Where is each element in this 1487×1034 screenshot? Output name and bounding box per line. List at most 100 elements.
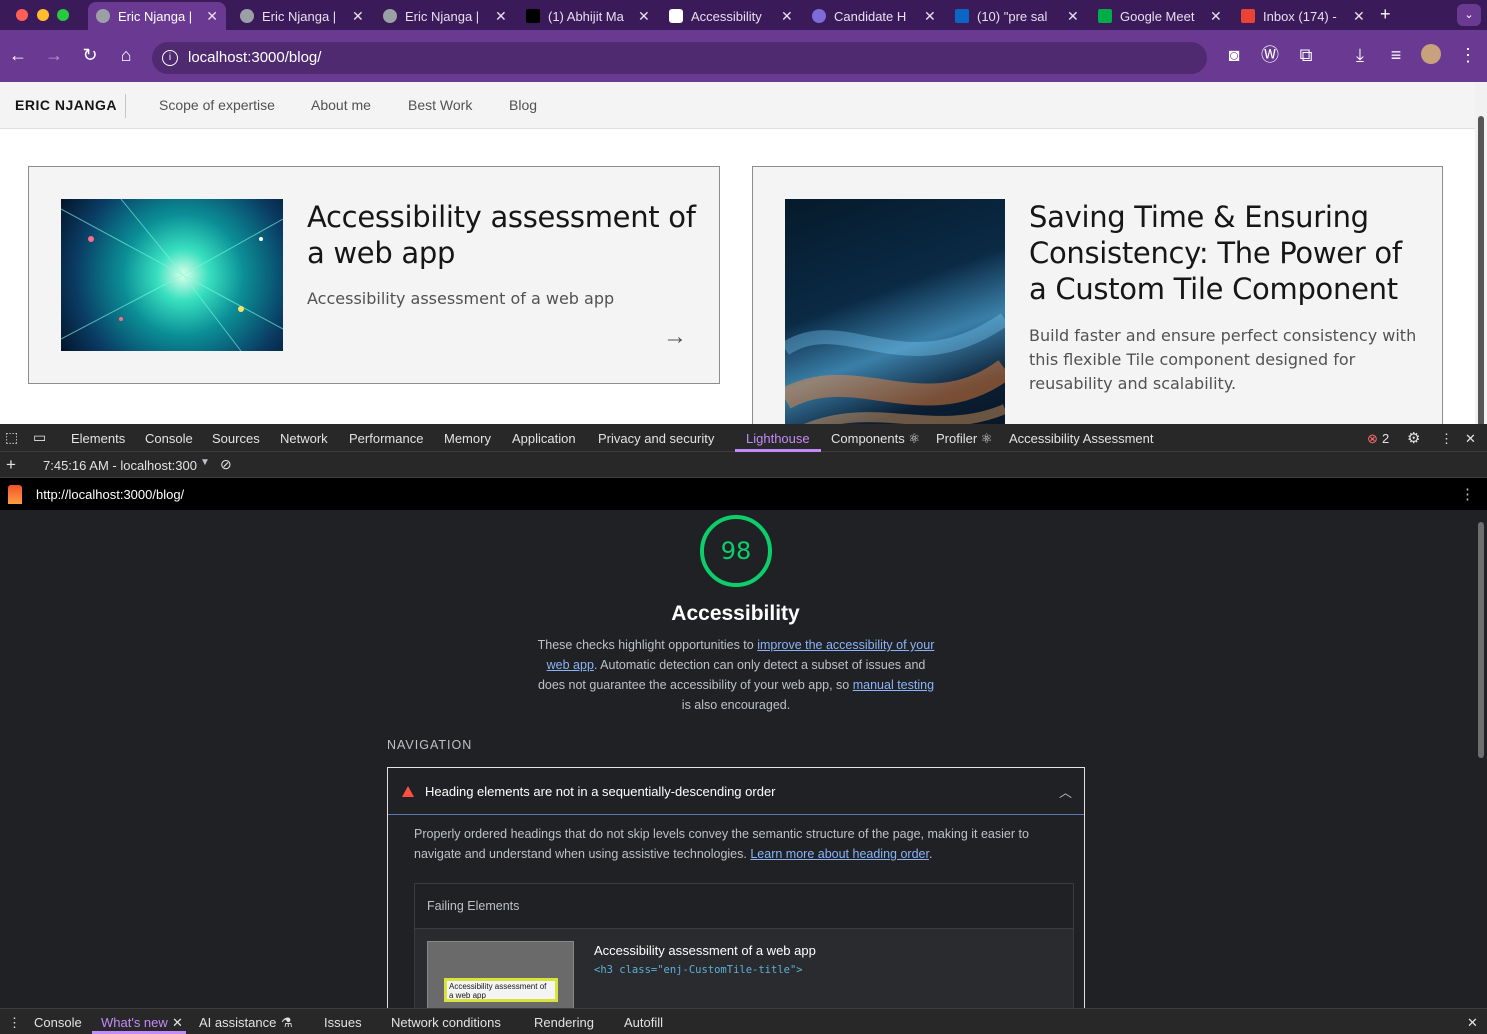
close-tab-icon[interactable]: ✕ [781,8,793,25]
tab-search-icon[interactable]: ⌄ [1457,4,1481,26]
linkedin-icon [955,9,969,23]
report-url[interactable]: http://localhost:3000/blog/ [36,487,184,502]
node-snippet[interactable]: <h3 class="enj-CustomTile-title"> [594,964,803,976]
page-scrollbar[interactable] [1475,82,1487,426]
drawer-tab-issues[interactable]: Issues [324,1015,362,1030]
nav-link-best-work[interactable]: Best Work [408,97,472,113]
close-whats-new-icon[interactable]: ✕ [172,1015,183,1031]
browser-tab[interactable]: Accessibility ✕ [661,2,801,30]
extensions-puzzle-icon[interactable]: ⧉ [1295,44,1317,66]
report-selector[interactable]: 7:45:16 AM - localhost:300 [43,458,197,473]
zoom-window-button[interactable] [57,9,69,21]
reload-icon[interactable]: ↻ [79,44,101,66]
back-icon[interactable]: ← [7,44,29,66]
table-row[interactable]: Accessibility assessment of a web app Ac… [415,929,1073,1008]
screenshot-extension-icon[interactable]: ◙ [1223,44,1245,66]
minimize-window-button[interactable] [37,9,49,21]
new-report-icon[interactable]: + [6,455,16,475]
devtools-tab-accessibility-assessment[interactable]: Accessibility Assessment [1009,431,1154,446]
devtools-menu-icon[interactable]: ⋮ [1440,431,1453,447]
header-divider [125,94,126,118]
nav-link-scope-of-expertise[interactable]: Scope of expertise [159,97,275,113]
devtools-tab-elements[interactable]: Elements [71,431,125,446]
extension-icon[interactable]: Ⓦ [1259,44,1281,66]
devtools-tab-memory[interactable]: Memory [444,431,491,446]
close-window-button[interactable] [16,9,28,21]
close-tab-icon[interactable]: ✕ [1353,8,1365,25]
drawer-tab-whats-new[interactable]: What's new [101,1015,168,1030]
dropdown-caret-icon[interactable]: ▼ [200,457,210,468]
new-tab-icon[interactable]: + [1380,4,1391,25]
browser-tab[interactable]: Candidate H ✕ [804,2,944,30]
drawer-tab-ai-assistance[interactable]: AI assistance [199,1015,276,1030]
drawer-tab-autofill[interactable]: Autofill [624,1015,663,1030]
browser-tab[interactable]: Eric Njanga | ✕ [232,2,372,30]
close-tab-icon[interactable]: ✕ [1067,8,1079,25]
close-drawer-icon[interactable]: ✕ [1467,1015,1478,1031]
browser-tab[interactable]: (1) Abhijit Ma ✕ [518,2,658,30]
profile-avatar[interactable] [1421,44,1441,64]
gmail-icon [1241,9,1255,23]
media-control-icon[interactable]: ≡ [1385,44,1407,66]
devtools-drawer: ⋮ Console What's new ✕ AI assistance ⚗ I… [0,1008,1487,1034]
settings-gear-icon[interactable]: ⚙ [1407,429,1420,447]
devtools-tab-application[interactable]: Application [512,431,576,446]
browser-tab[interactable]: Inbox (174) - ✕ [1233,2,1373,30]
site-favicon-icon [669,9,683,23]
learn-more-heading-order-link[interactable]: Learn more about heading order [750,847,929,861]
audit-header[interactable]: Heading elements are not in a sequential… [388,768,1084,815]
blog-tile[interactable]: Accessibility assessment of a web app Ac… [28,166,720,384]
devtools-tab-sources[interactable]: Sources [212,431,260,446]
inspect-element-icon[interactable]: ⬚ [5,429,18,446]
forward-icon[interactable]: → [43,44,65,66]
nav-link-about-me[interactable]: About me [311,97,371,113]
download-icon[interactable]: ⤓ [1349,44,1371,66]
device-toolbar-icon[interactable]: ▭ [33,429,46,446]
site-info-icon[interactable]: i [162,50,178,66]
devtools-tab-components[interactable]: Components ⚛ [831,431,920,447]
category-description: These checks highlight opportunities to … [537,638,935,712]
close-tab-icon[interactable]: ✕ [924,8,936,25]
close-tab-icon[interactable]: ✕ [495,8,507,25]
error-icon[interactable]: ⊗ [1367,431,1378,447]
drawer-menu-icon[interactable]: ⋮ [8,1015,21,1031]
browser-tab[interactable]: (10) "pre sal ✕ [947,2,1087,30]
site-brand[interactable]: ERIC NJANGA [15,97,117,113]
devtools-tab-lighthouse[interactable]: Lighthouse [746,431,810,446]
report-scrollbar[interactable] [1475,510,1487,1008]
browser-tab-bar: Eric Njanga | ✕ Eric Njanga | ✕ Eric Njang… [0,0,1487,30]
fail-triangle-icon [402,786,414,797]
lighthouse-report-header: http://localhost:3000/blog/ ⋮ [0,478,1487,510]
report-scrollbar-thumb[interactable] [1478,522,1484,758]
experimental-flask-icon: ⚗ [281,1015,293,1030]
clear-reports-icon[interactable]: ⊘ [220,456,232,473]
score-gauge[interactable]: 98 [700,515,772,587]
devtools-tab-profiler[interactable]: Profiler ⚛ [936,431,992,447]
devtools-tab-performance[interactable]: Performance [349,431,423,446]
error-count[interactable]: 2 [1382,431,1389,446]
browser-menu-icon[interactable]: ⋮ [1457,44,1479,66]
close-devtools-icon[interactable]: ✕ [1465,431,1476,447]
address-bar[interactable]: i localhost:3000/blog/ [152,42,1207,74]
close-tab-icon[interactable]: ✕ [1210,8,1222,25]
devtools-tab-network[interactable]: Network [280,431,328,446]
devtools-tab-console[interactable]: Console [145,431,193,446]
nav-link-blog[interactable]: Blog [509,97,537,113]
page-scrollbar-thumb[interactable] [1478,116,1484,426]
home-icon[interactable]: ⌂ [115,44,137,66]
devtools-tab-privacy-and-security[interactable]: Privacy and security [598,431,714,446]
report-menu-icon[interactable]: ⋮ [1460,485,1475,503]
close-tab-icon[interactable]: ✕ [352,8,364,25]
drawer-tab-rendering[interactable]: Rendering [534,1015,594,1030]
drawer-tab-console[interactable]: Console [34,1015,82,1030]
lighthouse-logo-icon [8,485,22,504]
manual-testing-link[interactable]: manual testing [853,678,934,692]
chevron-up-icon[interactable]: ︿ [1059,782,1072,801]
browser-tab[interactable]: Google Meet ✕ [1090,2,1230,30]
close-tab-icon[interactable]: ✕ [638,8,650,25]
blog-tile[interactable]: Saving Time & Ensuring Consistency: The … [752,166,1443,424]
browser-tab[interactable]: Eric Njanga | ✕ [88,2,226,30]
browser-tab[interactable]: Eric Njanga | ✕ [375,2,515,30]
drawer-tab-network-conditions[interactable]: Network conditions [391,1015,501,1030]
close-tab-icon[interactable]: ✕ [206,8,218,25]
